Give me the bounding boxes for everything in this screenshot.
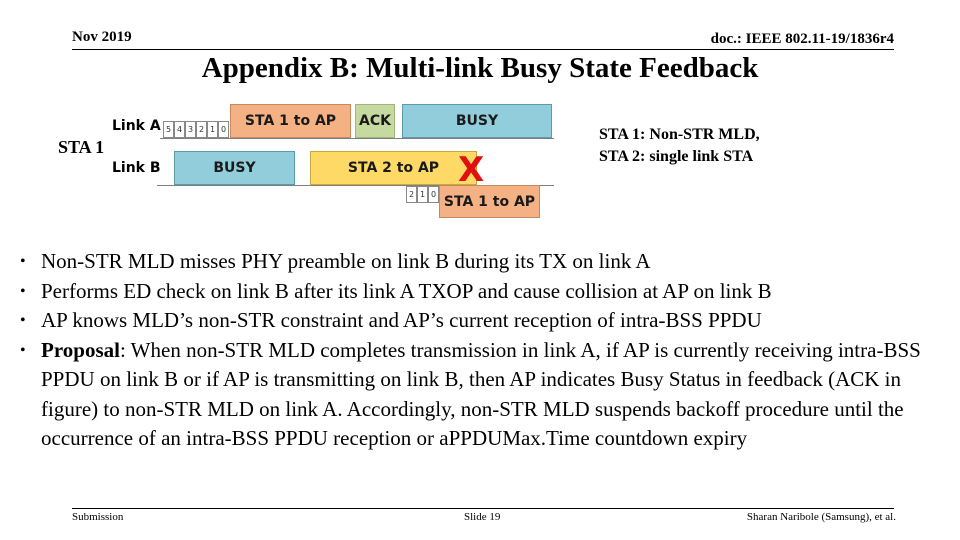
header-date: Nov 2019 (72, 29, 132, 45)
bullet-text: : When non-STR MLD completes transmissio… (41, 337, 921, 451)
backoff-slot: 1 (207, 121, 218, 138)
link-a-label: Link A (112, 118, 161, 134)
frame-busy-link-b: BUSY (174, 151, 295, 185)
frame-ack: ACK (355, 104, 395, 138)
bullet-item: • Proposal: When non-STR MLD completes tr… (20, 336, 950, 454)
backoff-slot: 2 (196, 121, 207, 138)
header-doc-id: doc.: IEEE 802.11-19/1836r4 (710, 31, 894, 47)
backoff-slot: 0 (218, 121, 229, 138)
bullet-icon: • (20, 282, 26, 300)
slide-title: Appendix B: Multi-link Busy State Feedba… (201, 52, 759, 84)
backoff-slot: 1 (417, 186, 428, 203)
frame-sta1-to-ap-collision: STA 1 to AP (439, 185, 540, 218)
frame-sta1-to-ap: STA 1 to AP (230, 104, 351, 138)
legend-line: STA 1: Non-STR MLD, (599, 126, 760, 143)
collision-x-icon: X (458, 150, 485, 190)
bullet-icon: • (20, 312, 26, 329)
bullet-item: • Performs ED check on link B after its l… (20, 277, 950, 307)
backoff-slot: 0 (428, 186, 439, 203)
bullet-list: • Non-STR MLD misses PHY preamble on link… (20, 247, 950, 454)
bullet-item: • AP knows MLD’s non-STR constraint and A… (20, 306, 950, 336)
diagram-legend: STA 1: Non-STR MLD, STA 2: single link S… (599, 124, 760, 168)
backoff-slot: 2 (406, 186, 417, 203)
frame-busy-link-a: BUSY (402, 104, 552, 138)
bullet-bold-lead: Proposal (41, 337, 120, 362)
bullet-text: Non-STR MLD misses PHY preamble on link … (41, 249, 651, 273)
backoff-slot: 3 (185, 121, 196, 138)
footer-slide-number: Slide 19 (464, 511, 501, 523)
backoff-slot: 4 (174, 121, 185, 138)
bullet-icon: • (20, 253, 26, 270)
bullet-text: AP knows MLD’s non-STR constraint and AP… (41, 308, 762, 332)
legend-line: STA 2: single link STA (599, 148, 754, 165)
footer-divider (72, 508, 894, 509)
station-label: STA 1 (58, 137, 105, 157)
link-b-label: Link B (112, 160, 161, 176)
bullet-text: Performs ED check on link B after its li… (41, 278, 772, 303)
footer-authors: Sharan Naribole (Samsung), et al. (746, 511, 896, 523)
bullet-item: • Non-STR MLD misses PHY preamble on link… (20, 247, 950, 277)
link-a-baseline (160, 138, 554, 139)
header-divider (72, 49, 894, 50)
frame-sta2-to-ap: STA 2 to AP (310, 151, 477, 185)
bullet-icon: • (20, 341, 26, 359)
footer-submission: Submission (72, 511, 124, 523)
backoff-slot: 5 (163, 121, 174, 138)
